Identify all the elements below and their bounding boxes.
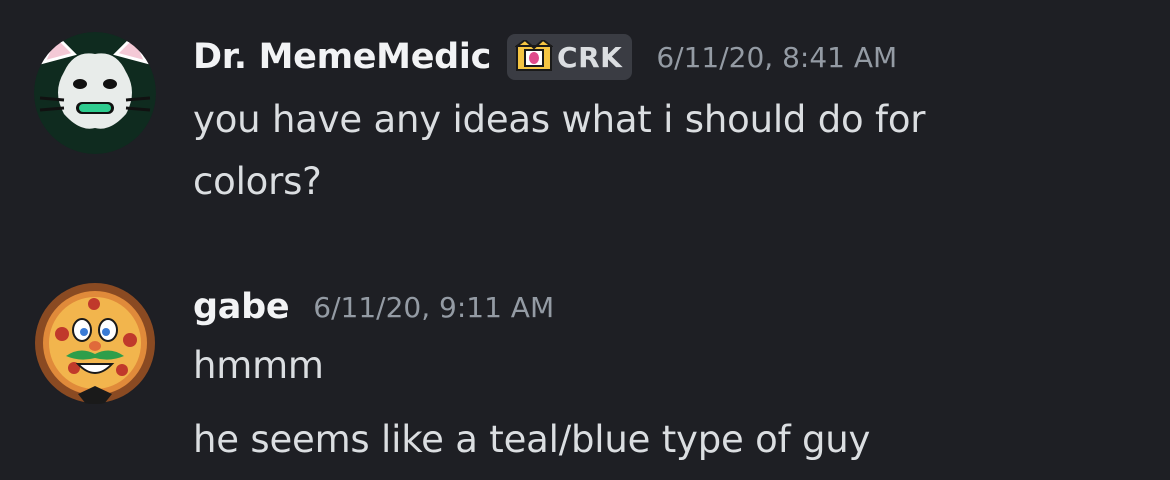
server-tag[interactable]: CRK — [507, 34, 633, 80]
timestamp: 6/11/20, 9:11 AM — [313, 290, 555, 324]
chat-view: Dr. MemeMedic CRK 6/11/20, 8:41 AM you h… — [0, 0, 1170, 480]
pizza-face-avatar-icon — [34, 282, 156, 404]
message-item: gabe 6/11/20, 9:11 AM hmmm he seems like… — [0, 240, 1170, 480]
username[interactable]: gabe — [193, 287, 290, 327]
message-text-line: hmmm — [193, 344, 324, 387]
message-header: Dr. MemeMedic CRK 6/11/20, 8:41 AM — [193, 32, 897, 82]
timestamp: 6/11/20, 8:41 AM — [656, 40, 898, 74]
message-text-line: colors? — [193, 160, 322, 203]
message-header: gabe 6/11/20, 9:11 AM — [193, 284, 554, 330]
meme-medic-cat-avatar-icon — [34, 32, 156, 154]
tag-label: CRK — [557, 40, 623, 74]
message-item: Dr. MemeMedic CRK 6/11/20, 8:41 AM you h… — [0, 0, 1170, 240]
message-text-line: he seems like a teal/blue type of guy — [193, 418, 871, 461]
message-text-line: you have any ideas what i should do for — [193, 98, 926, 141]
avatar[interactable] — [34, 282, 156, 404]
crown-icon — [515, 40, 554, 71]
username[interactable]: Dr. MemeMedic — [193, 37, 491, 77]
avatar[interactable] — [34, 32, 156, 154]
